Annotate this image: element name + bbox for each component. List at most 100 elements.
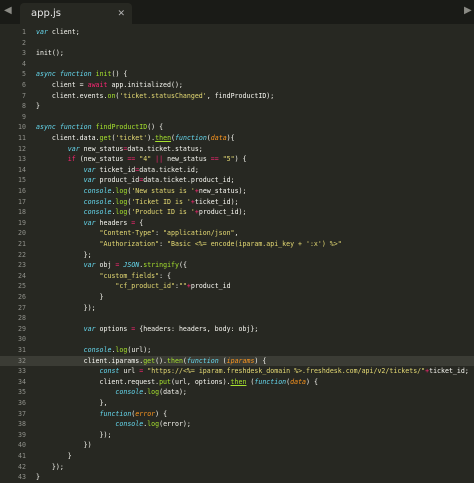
code-line[interactable]: 42 }); bbox=[0, 462, 474, 473]
code-line[interactable]: 15 var product_id=data.ticket.product_id… bbox=[0, 175, 474, 186]
code-line[interactable]: 38 console.log(error); bbox=[0, 419, 474, 430]
code-text: client.request.put(url, options).then (f… bbox=[36, 377, 318, 388]
code-line[interactable]: 32 client.iparams.get().then(function (i… bbox=[0, 355, 474, 367]
code-token: , bbox=[234, 229, 239, 238]
code-editor[interactable]: 1 var client; 2 3 init(); 4 5 async function in… bbox=[0, 24, 474, 481]
code-line[interactable]: 16 console.log('New status is '+new_stat… bbox=[0, 186, 474, 197]
code-token: console bbox=[83, 346, 112, 354]
code-line[interactable]: 41 } bbox=[0, 451, 474, 462]
code-line[interactable]: 25 "cf_product_id":""+product_id bbox=[0, 281, 474, 292]
code-line[interactable]: 30 bbox=[0, 334, 474, 345]
code-token: }); bbox=[36, 430, 112, 439]
close-icon[interactable]: ✕ bbox=[117, 9, 125, 19]
code-token: findProductID bbox=[95, 123, 148, 132]
code-line[interactable]: 39 }); bbox=[0, 430, 474, 441]
code-token: client.request. bbox=[36, 377, 160, 386]
code-token: log bbox=[115, 208, 128, 217]
code-line[interactable]: 19 var headers = { bbox=[0, 218, 474, 229]
code-line[interactable]: 35 console.log(data); bbox=[0, 387, 474, 398]
code-line[interactable]: 5 async function init() { bbox=[0, 69, 474, 80]
code-token: var bbox=[83, 218, 96, 227]
code-line[interactable]: 26 } bbox=[0, 292, 474, 303]
code-token: new_status bbox=[163, 155, 211, 164]
code-line[interactable]: 27 }); bbox=[0, 303, 474, 314]
code-line[interactable]: 13 if (new_status == "4" || new_status =… bbox=[0, 154, 474, 165]
code-line[interactable]: 9 bbox=[0, 112, 474, 123]
code-token: log bbox=[115, 346, 128, 354]
code-token: : { bbox=[159, 271, 171, 280]
code-line[interactable]: 12 var new_status=data.ticket.status; bbox=[0, 144, 474, 155]
code-text: function(error) { bbox=[36, 409, 168, 420]
code-token: function bbox=[99, 409, 132, 418]
code-token: product_id bbox=[95, 176, 140, 185]
code-token: then bbox=[167, 356, 183, 365]
code-token: product_id bbox=[190, 282, 231, 291]
code-token: {headers: headers, body: obj}; bbox=[135, 324, 259, 333]
line-number: 9 bbox=[22, 112, 26, 121]
code-line[interactable]: 31 console.log(url); bbox=[0, 345, 474, 356]
code-token: }); bbox=[36, 303, 96, 312]
line-number: 20 bbox=[18, 229, 26, 238]
code-text: "Content-Type": "application/json", bbox=[36, 228, 239, 239]
code-line[interactable]: 33 const url = "https://<%= iparam.fresh… bbox=[0, 366, 474, 377]
code-text: "cf_product_id":""+product_id bbox=[36, 281, 231, 292]
code-line[interactable]: 18 console.log('Product ID is '+product_… bbox=[0, 207, 474, 218]
code-token: data bbox=[210, 134, 227, 142]
code-line[interactable]: 7 client.events.on('ticket.statusChanged… bbox=[0, 91, 474, 102]
code-token: function bbox=[254, 377, 287, 386]
code-token: async bbox=[36, 70, 56, 79]
code-token: 'ticket' bbox=[115, 134, 148, 142]
code-token: ) { bbox=[306, 377, 318, 386]
code-text: }, bbox=[36, 398, 108, 409]
code-line[interactable]: 17 console.log('Ticket ID is '+ticket_id… bbox=[0, 197, 474, 208]
code-line[interactable]: 10 async function findProductID() { bbox=[0, 122, 474, 133]
tab-scroll-right-icon[interactable]: ▶ bbox=[464, 5, 472, 16]
line-number: 29 bbox=[18, 324, 26, 333]
line-number: 39 bbox=[18, 430, 26, 439]
code-token: init bbox=[95, 70, 112, 79]
code-text: }); bbox=[36, 303, 96, 314]
line-number: 14 bbox=[18, 165, 26, 174]
code-text: "custom_fields": { bbox=[36, 271, 171, 282]
code-line[interactable]: 11 client.data.get('ticket').then(functi… bbox=[0, 133, 474, 144]
code-token: () { bbox=[147, 123, 164, 132]
line-number: 35 bbox=[18, 388, 26, 397]
code-token: log bbox=[115, 187, 128, 195]
code-token: || bbox=[155, 155, 164, 164]
code-token: "Authorization" bbox=[99, 240, 160, 248]
code-token: "" bbox=[178, 282, 187, 291]
code-token: ( bbox=[218, 356, 227, 365]
code-line[interactable]: 14 var ticket_id=data.ticket.id; bbox=[0, 165, 474, 176]
code-line[interactable]: 23 var obj = JSON.stringify({ bbox=[0, 260, 474, 271]
tab-app-js[interactable]: app.js ✕ bbox=[20, 3, 132, 24]
code-token: , findProductID); bbox=[206, 91, 275, 100]
code-line[interactable]: 28 bbox=[0, 313, 474, 324]
code-line[interactable]: 3 init(); bbox=[0, 48, 474, 59]
code-line[interactable]: 20 "Content-Type": "application/json", bbox=[0, 228, 474, 239]
code-line[interactable]: 21 "Authorization": "Basic <%= encode(ip… bbox=[0, 239, 474, 250]
code-line[interactable]: 8} bbox=[0, 101, 474, 112]
code-token: var bbox=[83, 261, 96, 270]
code-line[interactable]: 34 client.request.put(url, options).then… bbox=[0, 377, 474, 388]
line-number: 5 bbox=[22, 70, 26, 79]
code-line[interactable]: 2 bbox=[0, 38, 474, 49]
code-token: get bbox=[99, 134, 112, 142]
code-line[interactable]: 29 var options = {headers: headers, body… bbox=[0, 324, 474, 335]
tab-scroll-left-icon[interactable]: ◀ bbox=[4, 5, 12, 16]
code-token: log bbox=[147, 420, 160, 429]
code-line[interactable]: 6 client = await app.initialized(); bbox=[0, 80, 474, 91]
code-line[interactable]: 1 var client; bbox=[0, 27, 474, 38]
code-token: data.ticket.product_id; bbox=[143, 176, 235, 185]
code-line[interactable]: 36 }, bbox=[0, 398, 474, 409]
code-line[interactable]: 4 bbox=[0, 59, 474, 70]
code-line[interactable]: 24 "custom_fields": { bbox=[0, 271, 474, 282]
code-line[interactable]: 22 }; bbox=[0, 250, 474, 261]
code-line[interactable]: 37 function(error) { bbox=[0, 409, 474, 420]
code-line[interactable]: 40 }) bbox=[0, 440, 474, 451]
code-line[interactable]: 43} bbox=[0, 472, 474, 483]
code-text: client.data.get('ticket').then(function(… bbox=[36, 133, 235, 144]
code-token: data.ticket.id; bbox=[139, 165, 199, 174]
